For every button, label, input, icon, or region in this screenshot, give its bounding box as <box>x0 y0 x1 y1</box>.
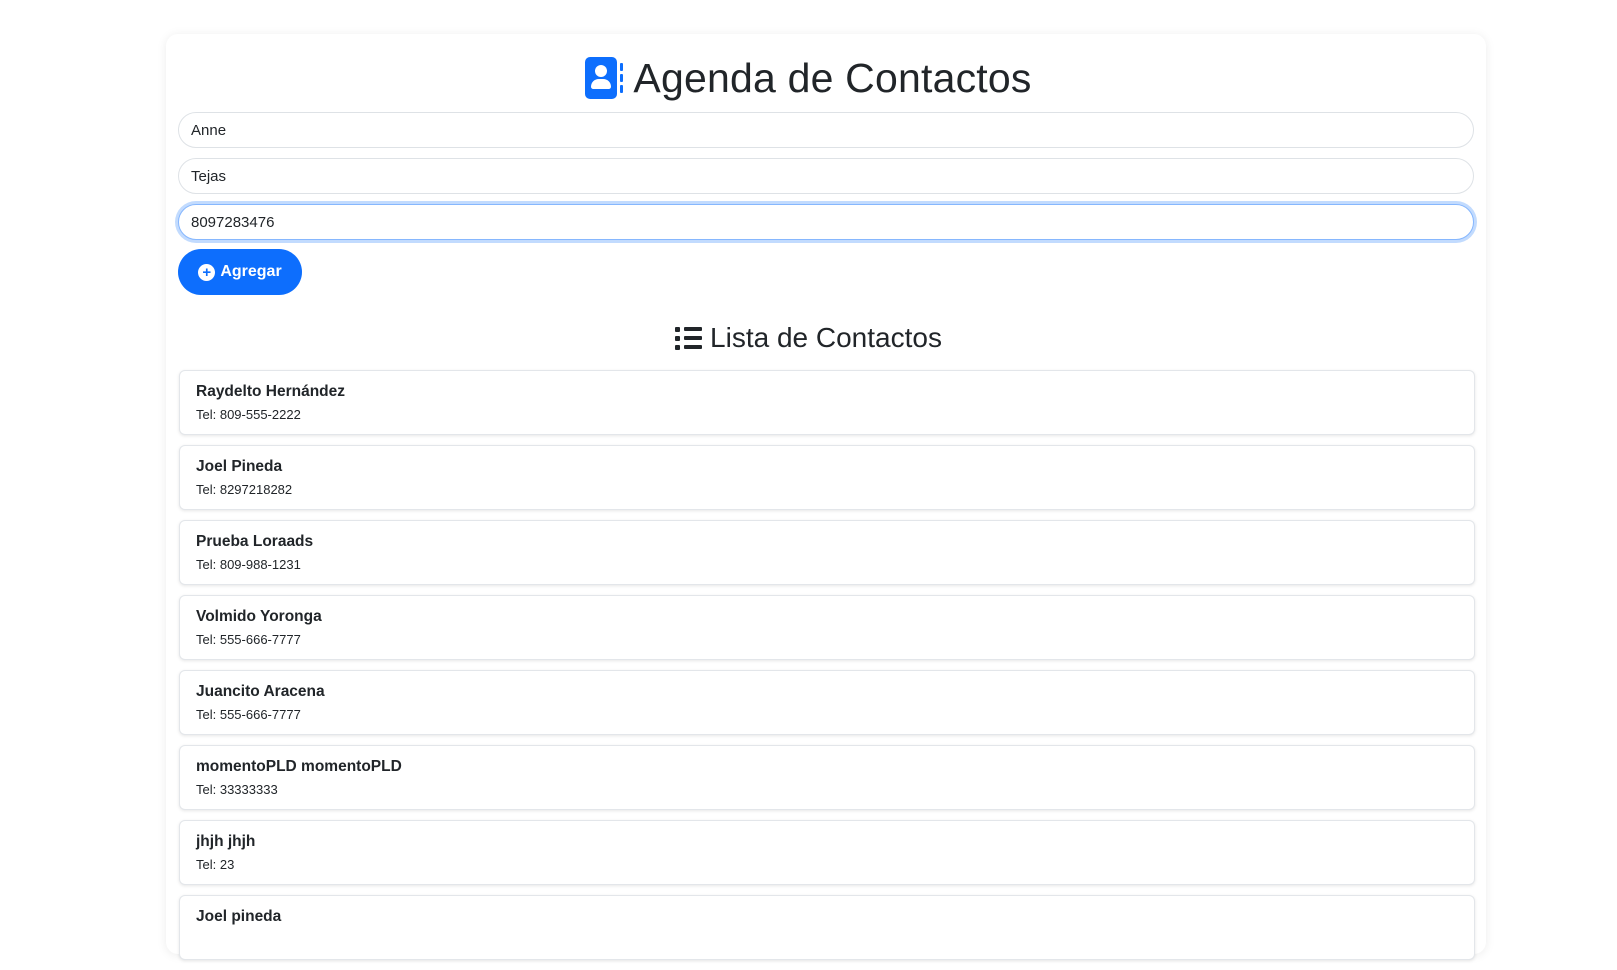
contact-name: Joel Pineda <box>196 458 283 475</box>
contact-phone: Tel: 33333333 <box>196 782 278 797</box>
page-title: Agenda de Contactos <box>633 54 1032 101</box>
last-name-input[interactable] <box>178 158 1474 194</box>
phone-input[interactable] <box>178 204 1474 240</box>
contact-phone: Tel: 23 <box>196 857 235 872</box>
contact-name: momentoPLD momentoPLD <box>196 758 402 775</box>
list-header: Lista de Contactos <box>0 318 1617 358</box>
contact-item: Joel pineda <box>179 895 1475 960</box>
contact-phone: Tel: 555-666-7777 <box>196 707 301 722</box>
address-book-icon <box>585 57 624 99</box>
contact-item: Joel Pineda Tel: 8297218282 <box>179 445 1475 510</box>
add-contact-button[interactable]: + Agregar <box>178 249 302 295</box>
contact-name: Prueba Loraads <box>196 533 314 550</box>
add-button-label: Agregar <box>220 263 282 280</box>
list-title: Lista de Contactos <box>710 322 942 353</box>
first-name-input[interactable] <box>178 112 1474 148</box>
contact-name: jhjh jhjh <box>196 833 256 850</box>
contact-item: Prueba Loraads Tel: 809-988-1231 <box>179 520 1475 585</box>
contact-item: momentoPLD momentoPLD Tel: 33333333 <box>179 745 1475 810</box>
contact-name: Juancito Aracena <box>196 683 325 700</box>
header: Agenda de Contactos <box>0 48 1617 108</box>
contact-name: Joel pineda <box>196 908 282 925</box>
contact-list: Raydelto Hernández Tel: 809-555-2222 Joe… <box>179 370 1475 970</box>
contact-item: Juancito Aracena Tel: 555-666-7777 <box>179 670 1475 735</box>
contact-item: Volmido Yoronga Tel: 555-666-7777 <box>179 595 1475 660</box>
contact-item: Raydelto Hernández Tel: 809-555-2222 <box>179 370 1475 435</box>
contact-name: Raydelto Hernández <box>196 383 346 400</box>
contact-item: jhjh jhjh Tel: 23 <box>179 820 1475 885</box>
plus-circle-icon: + <box>198 263 216 281</box>
contact-phone: Tel: 809-988-1231 <box>196 557 301 572</box>
contact-name: Volmido Yoronga <box>196 608 322 625</box>
list-icon <box>675 326 703 350</box>
contact-phone: Tel: 809-555-2222 <box>196 407 301 422</box>
contact-phone: Tel: 8297218282 <box>196 482 293 497</box>
contact-phone: Tel: 555-666-7777 <box>196 632 301 647</box>
